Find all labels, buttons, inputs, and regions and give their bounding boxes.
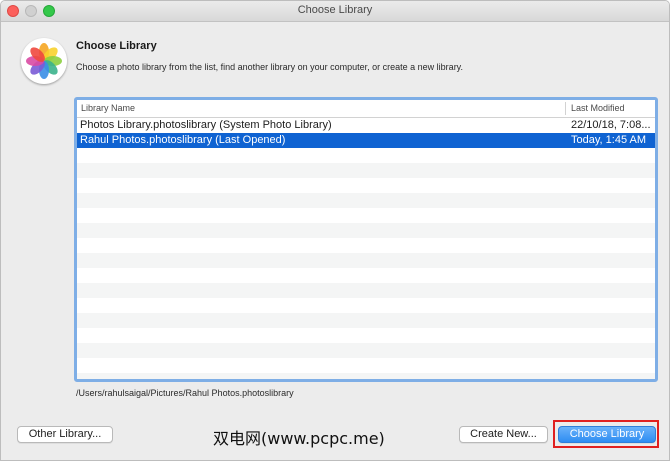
other-library-button[interactable]: Other Library... xyxy=(17,426,113,443)
photos-app-icon xyxy=(21,38,67,84)
row-last-modified: 22/10/18, 7:08... xyxy=(571,119,651,131)
watermark-text: 双电网(www.pcpc.me) xyxy=(213,429,385,448)
column-header-library-name[interactable]: Library Name xyxy=(81,103,135,113)
table-header: Library Name Last Modified xyxy=(77,100,655,118)
title-bar: Choose Library xyxy=(1,1,669,22)
table-rows: Photos Library.photoslibrary (System Pho… xyxy=(77,118,655,379)
choose-library-window: Choose Library Choose Library Choose a p… xyxy=(0,0,670,461)
empty-row xyxy=(77,313,655,328)
row-last-modified: Today, 1:45 AM xyxy=(571,134,647,146)
dialog-heading: Choose Library xyxy=(76,40,157,52)
empty-row xyxy=(77,268,655,283)
empty-row xyxy=(77,253,655,268)
empty-row xyxy=(77,373,655,379)
row-library-name: Photos Library.photoslibrary (System Pho… xyxy=(80,119,332,131)
empty-row xyxy=(77,283,655,298)
empty-row xyxy=(77,208,655,223)
empty-row xyxy=(77,238,655,253)
empty-row xyxy=(77,358,655,373)
empty-row xyxy=(77,223,655,238)
row-library-name: Rahul Photos.photoslibrary (Last Opened) xyxy=(80,134,286,146)
empty-row xyxy=(77,178,655,193)
empty-row xyxy=(77,328,655,343)
empty-row xyxy=(77,148,655,163)
column-header-last-modified[interactable]: Last Modified xyxy=(571,103,625,113)
window-title: Choose Library xyxy=(297,4,373,16)
table-row-selected[interactable]: Rahul Photos.photoslibrary (Last Opened)… xyxy=(77,133,655,148)
empty-row xyxy=(77,298,655,313)
library-table[interactable]: Library Name Last Modified Photos Librar… xyxy=(74,97,658,382)
column-divider[interactable] xyxy=(565,102,566,115)
empty-row xyxy=(77,163,655,178)
create-new-button[interactable]: Create New... xyxy=(459,426,548,443)
selected-library-path: /Users/rahulsaigal/Pictures/Rahul Photos… xyxy=(76,388,294,398)
choose-library-button[interactable]: Choose Library xyxy=(558,426,656,443)
empty-row xyxy=(77,193,655,208)
empty-row xyxy=(77,343,655,358)
dialog-description: Choose a photo library from the list, fi… xyxy=(76,62,464,72)
table-row[interactable]: Photos Library.photoslibrary (System Pho… xyxy=(77,118,655,133)
